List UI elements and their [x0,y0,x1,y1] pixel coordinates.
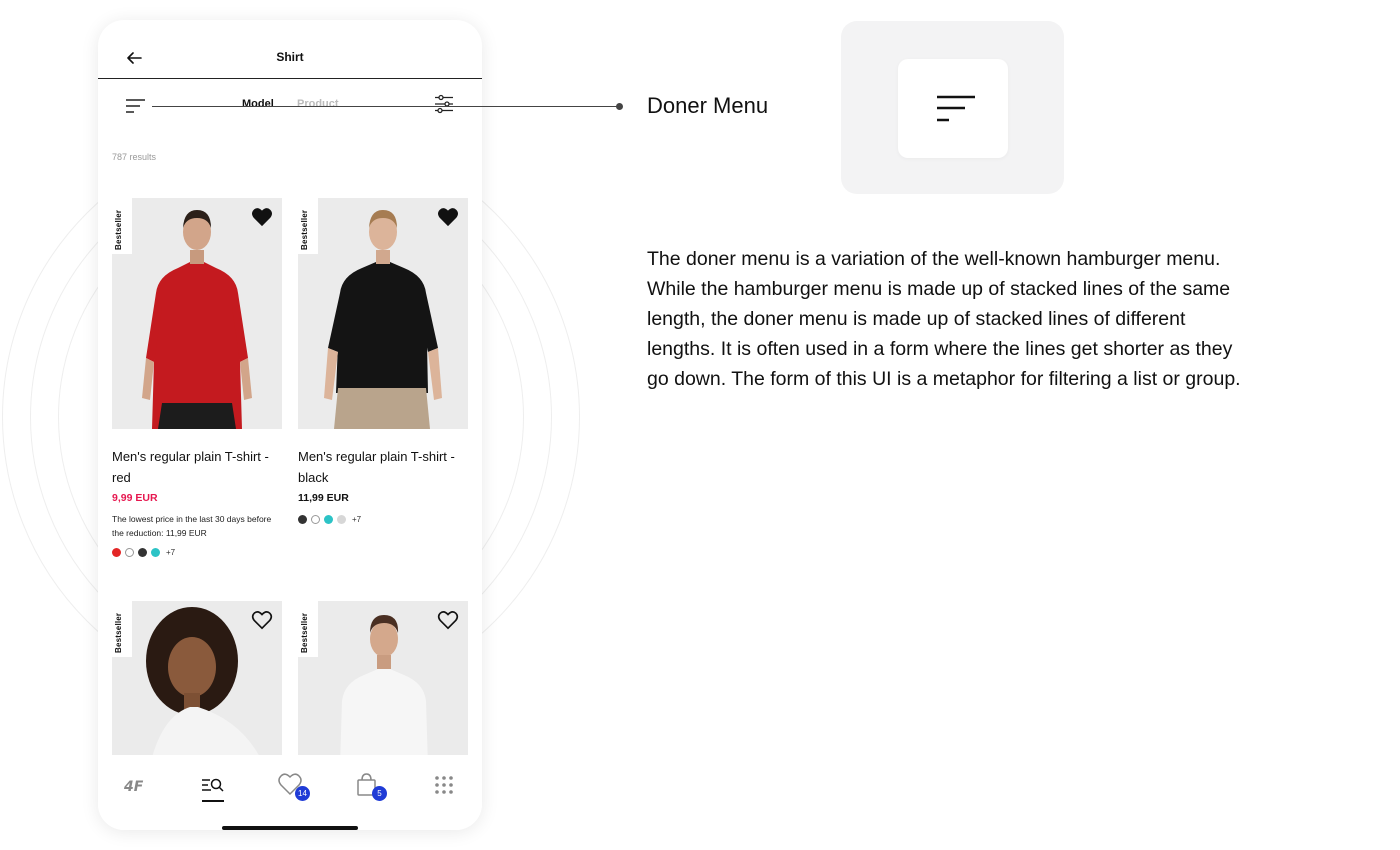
product-image[interactable]: Bestseller [112,601,282,755]
cart-count-badge: 5 [372,786,387,801]
price-note: The lowest price in the last 30 days bef… [112,514,272,538]
swatch-grey[interactable] [337,515,346,524]
results-count: 787 results [112,152,157,162]
swatch-black[interactable] [138,548,147,557]
favorites-count-badge: 14 [295,786,310,801]
tab-product[interactable]: Product [297,98,339,110]
heart-outline-icon[interactable] [251,610,273,630]
active-tab-indicator [202,800,224,802]
product-card[interactable]: Bestseller [298,601,468,755]
swatch-white[interactable] [311,515,320,524]
doner-icon-card [898,59,1008,158]
swatch-black[interactable] [298,515,307,524]
product-price: 9,99 EUR [112,492,158,504]
more-colors[interactable]: +7 [352,515,361,524]
filter-row: Model Product [98,79,482,135]
favorites-tab[interactable]: 14 [276,771,310,801]
home-indicator [222,826,358,830]
doner-menu-icon [937,95,975,122]
product-name[interactable]: Men's regular plain T-shirt - red [112,446,282,488]
doner-menu-icon[interactable] [126,98,146,114]
tab-model[interactable]: Model [242,98,274,110]
app-header: Shirt [98,20,482,79]
swatch-teal[interactable] [324,515,333,524]
svg-text:4F: 4F [123,779,144,795]
callout-description: The doner menu is a variation of the wel… [647,248,1241,390]
bestseller-badge: Bestseller [298,601,318,657]
doner-icon-panel [841,21,1064,194]
product-card[interactable]: Bestseller Men's regular plain T-shirt -… [112,198,282,557]
filter-settings-icon[interactable] [434,94,454,114]
product-card[interactable]: Bestseller [112,601,282,755]
product-price: 11,99 EUR [298,492,349,504]
callout-line [152,105,620,107]
bestseller-badge: Bestseller [112,601,132,657]
swatch-white[interactable] [125,548,134,557]
search-list-icon[interactable] [199,771,227,799]
bestseller-badge: Bestseller [298,198,318,254]
bestseller-badge: Bestseller [112,198,132,254]
product-image[interactable]: Bestseller [112,198,282,429]
callout-title: Doner Menu [647,93,769,118]
grid-menu-icon[interactable] [430,771,458,799]
cart-tab[interactable]: 5 [353,771,387,801]
phone-mockup: Shirt Model Product 787 results Bestsell… [98,20,482,830]
bottom-tab-bar: 4F 14 5 [98,755,482,830]
page-title: Shirt [276,50,304,64]
product-image[interactable]: Bestseller [298,198,468,429]
product-name[interactable]: Men's regular plain T-shirt - black [298,446,468,488]
swatch-red[interactable] [112,548,121,557]
heart-filled-icon[interactable] [251,207,273,227]
callout-dot [616,102,623,110]
swatch-teal[interactable] [151,548,160,557]
heart-filled-icon[interactable] [437,207,459,227]
heart-outline-icon[interactable] [437,610,459,630]
product-card[interactable]: Bestseller Men's regular plain T-shirt -… [298,198,468,524]
more-colors[interactable]: +7 [166,548,175,557]
model-photo [142,210,252,429]
color-swatches: +7 [298,515,468,524]
home-logo-icon[interactable]: 4F [122,771,150,799]
product-image[interactable]: Bestseller [298,601,468,755]
model-photo [324,210,442,429]
color-swatches: +7 [112,548,282,557]
